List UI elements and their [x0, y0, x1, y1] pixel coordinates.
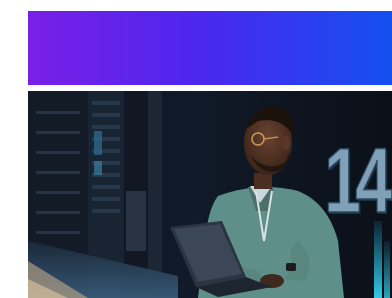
episode-number-badge: 14 [323, 130, 392, 232]
featured-image[interactable]: 14 [28, 91, 392, 298]
hero-banner [28, 11, 392, 85]
